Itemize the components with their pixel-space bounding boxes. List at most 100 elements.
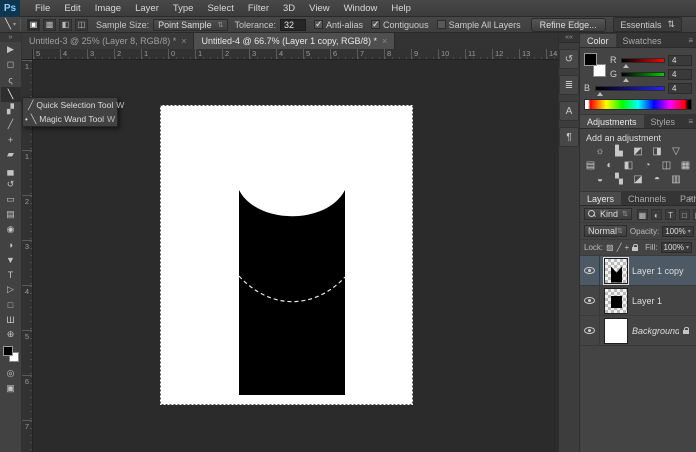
- layer-thumbnail[interactable]: [604, 318, 628, 344]
- menu-item[interactable]: Edit: [57, 1, 87, 16]
- invert-icon[interactable]: ◒: [594, 174, 607, 186]
- add-to-selection-mode-icon[interactable]: ▩: [43, 19, 56, 31]
- foreground-color-swatch[interactable]: [584, 53, 597, 66]
- close-icon[interactable]: ×: [382, 36, 387, 46]
- refine-edge-button[interactable]: Refine Edge...: [531, 18, 606, 32]
- eyedropper-tool[interactable]: ╱: [1, 117, 21, 132]
- document-tab-untitled-3[interactable]: Untitled-3 @ 25% (Layer 8, RGB/8) * ×: [22, 33, 194, 49]
- vibrance-icon[interactable]: ▽: [670, 146, 683, 158]
- clone-stamp-tool[interactable]: ▄: [1, 162, 21, 177]
- history-brush-tool[interactable]: ↺: [1, 177, 21, 192]
- layer-name[interactable]: Layer 1: [632, 296, 692, 306]
- option-checkbox[interactable]: Contiguous: [371, 20, 429, 30]
- blur-tool[interactable]: ◉: [1, 222, 21, 237]
- history-panel-icon[interactable]: ↺: [559, 49, 579, 69]
- fill-input[interactable]: 100% ▾: [661, 242, 692, 253]
- visibility-eye-icon[interactable]: [584, 327, 595, 334]
- gradient-tool[interactable]: ▤: [1, 207, 21, 222]
- panel-menu-icon[interactable]: ≡: [688, 117, 693, 126]
- tab-adjustments[interactable]: Adjustments: [580, 115, 644, 128]
- magic-wand-tool[interactable]: ╲: [1, 87, 21, 102]
- selective-color-icon[interactable]: ◓: [651, 174, 664, 186]
- channel-slider[interactable]: [621, 72, 665, 77]
- zoom-tool[interactable]: ⊕: [1, 327, 21, 342]
- channel-value-input[interactable]: 4: [668, 83, 692, 94]
- filter-type-layers-icon[interactable]: T: [665, 209, 676, 220]
- menu-item[interactable]: Window: [337, 1, 385, 16]
- panel-menu-icon[interactable]: ≡: [688, 194, 693, 203]
- slider-thumb-icon[interactable]: [623, 64, 629, 68]
- flyout-item[interactable]: • ╲ Magic Wand Tool W: [23, 112, 117, 126]
- type-tool[interactable]: T: [1, 267, 21, 282]
- rectangle-tool[interactable]: □: [1, 297, 21, 312]
- expand-panels-chevron[interactable]: ««: [559, 33, 579, 43]
- exposure-icon[interactable]: ◨: [651, 146, 664, 158]
- curves-icon[interactable]: ◩: [632, 146, 645, 158]
- tab-channels[interactable]: Channels: [621, 192, 673, 205]
- tab-swatches[interactable]: Swatches: [616, 34, 669, 47]
- posterize-icon[interactable]: ▚: [613, 174, 626, 186]
- opacity-input[interactable]: 100% ▾: [662, 226, 693, 237]
- close-icon[interactable]: ×: [181, 36, 186, 46]
- color-swatch-pair[interactable]: [584, 53, 606, 77]
- foreground-color-swatch[interactable]: [3, 346, 13, 356]
- channel-value-input[interactable]: 4: [668, 55, 692, 66]
- kind-filter-select[interactable]: Kind ⇅: [584, 208, 632, 220]
- ruler-origin-corner[interactable]: [22, 49, 33, 60]
- layer-thumbnail[interactable]: [604, 258, 628, 284]
- lasso-tool[interactable]: ς: [1, 72, 21, 87]
- photo-filter-icon[interactable]: ◔: [641, 160, 654, 172]
- slider-thumb-icon[interactable]: [597, 92, 603, 96]
- subtract-from-selection-mode-icon[interactable]: ◧: [59, 19, 72, 31]
- slider-thumb-icon[interactable]: [623, 78, 629, 82]
- new-selection-mode-icon[interactable]: ▣: [27, 19, 40, 31]
- menu-item[interactable]: 3D: [276, 1, 302, 16]
- menu-item[interactable]: Layer: [128, 1, 166, 16]
- channel-slider[interactable]: [621, 58, 665, 63]
- color-swatch-pair[interactable]: [3, 346, 19, 362]
- character-panel-icon[interactable]: A: [559, 101, 579, 121]
- tolerance-input[interactable]: 32: [280, 19, 306, 31]
- screen-mode-button[interactable]: ▣: [1, 381, 21, 396]
- tab-color[interactable]: Color: [580, 34, 616, 47]
- pen-tool[interactable]: ▼: [1, 252, 21, 267]
- brightness-contrast-icon[interactable]: ☼: [594, 146, 607, 158]
- hue-saturation-icon[interactable]: ▤: [584, 160, 597, 172]
- menu-item[interactable]: Select: [200, 1, 240, 16]
- spot-healing-brush-tool[interactable]: +: [1, 132, 21, 147]
- flyout-item[interactable]: ╱ Quick Selection Tool W: [23, 98, 117, 112]
- levels-icon[interactable]: ▙: [613, 146, 626, 158]
- color-lookup-icon[interactable]: ▦: [679, 160, 692, 172]
- workspace-switcher[interactable]: Essentials ⇅: [613, 17, 682, 32]
- properties-panel-icon[interactable]: ≣: [559, 75, 579, 95]
- dodge-tool[interactable]: ◑: [1, 237, 21, 252]
- channel-mixer-icon[interactable]: ◫: [660, 160, 673, 172]
- menu-item[interactable]: View: [302, 1, 336, 16]
- channel-slider[interactable]: [595, 86, 665, 91]
- eraser-tool[interactable]: ▭: [1, 192, 21, 207]
- threshold-icon[interactable]: ◪: [632, 174, 645, 186]
- blend-mode-select[interactable]: Normal ⇅: [584, 225, 627, 237]
- layer-row-background[interactable]: Background: [580, 316, 696, 346]
- tab-styles[interactable]: Styles: [644, 115, 683, 128]
- menu-item[interactable]: Filter: [241, 1, 276, 16]
- lock-pixels-icon[interactable]: ╱: [617, 243, 622, 252]
- paragraph-panel-icon[interactable]: ¶: [559, 127, 579, 147]
- layer-name[interactable]: Background: [632, 326, 679, 336]
- filter-adjustment-layers-icon[interactable]: ◐: [651, 209, 662, 220]
- lock-all-icon[interactable]: [632, 244, 639, 252]
- hand-tool[interactable]: Ш: [1, 312, 21, 327]
- layer-row-layer-1[interactable]: Layer 1: [580, 286, 696, 316]
- color-spectrum-ramp[interactable]: [584, 99, 692, 110]
- color-balance-icon[interactable]: ◐: [603, 160, 616, 172]
- lock-position-icon[interactable]: +: [625, 243, 630, 252]
- panel-menu-icon[interactable]: ≡: [688, 36, 693, 45]
- menu-item[interactable]: Image: [88, 1, 128, 16]
- visibility-eye-icon[interactable]: [584, 297, 595, 304]
- option-checkbox[interactable]: Sample All Layers: [437, 20, 521, 30]
- black-white-icon[interactable]: ◧: [622, 160, 635, 172]
- option-checkbox[interactable]: Anti-alias: [314, 20, 363, 30]
- path-selection-tool[interactable]: ▷: [1, 282, 21, 297]
- layer-name[interactable]: Layer 1 copy: [632, 266, 692, 276]
- menu-item[interactable]: Help: [384, 1, 418, 16]
